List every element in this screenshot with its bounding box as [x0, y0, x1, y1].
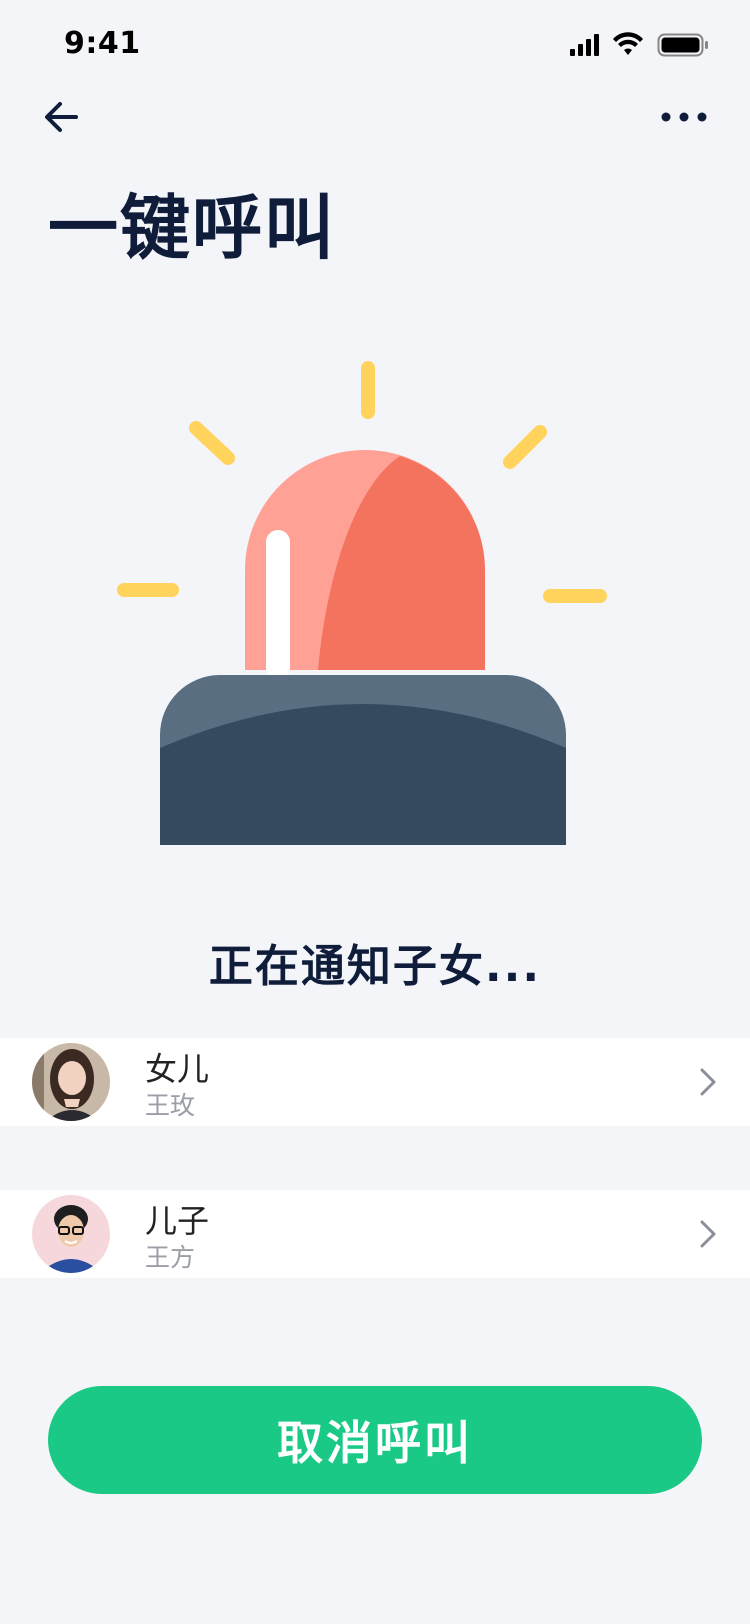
avatar	[32, 1195, 110, 1273]
more-horizontal-icon[interactable]	[654, 92, 714, 142]
signal-icon	[570, 34, 599, 56]
contact-name: 王方	[145, 1243, 196, 1272]
notify-status-text: 正在通知子女...	[208, 941, 542, 992]
contact-item-son[interactable]: 儿子 王方	[0, 1190, 750, 1278]
contact-item-daughter[interactable]: 女儿 王玫	[0, 1038, 750, 1126]
cancel-call-button[interactable]: 取消呼叫	[48, 1386, 702, 1494]
status-time: 9:41	[64, 26, 141, 61]
siren-icon	[117, 361, 607, 845]
chevron-right-icon	[700, 1068, 716, 1096]
chevron-right-icon	[700, 1220, 716, 1248]
page-title: 一键呼叫	[48, 187, 336, 269]
status-bar: 9:41	[0, 0, 750, 88]
wifi-icon	[613, 32, 643, 55]
contact-name: 王玫	[145, 1091, 196, 1120]
contact-relation: 女儿	[145, 1050, 210, 1088]
battery-icon	[657, 33, 708, 57]
contact-relation: 儿子	[145, 1202, 210, 1240]
arrow-left-icon[interactable]	[40, 92, 90, 142]
avatar	[32, 1043, 110, 1121]
status-icons	[570, 32, 708, 57]
